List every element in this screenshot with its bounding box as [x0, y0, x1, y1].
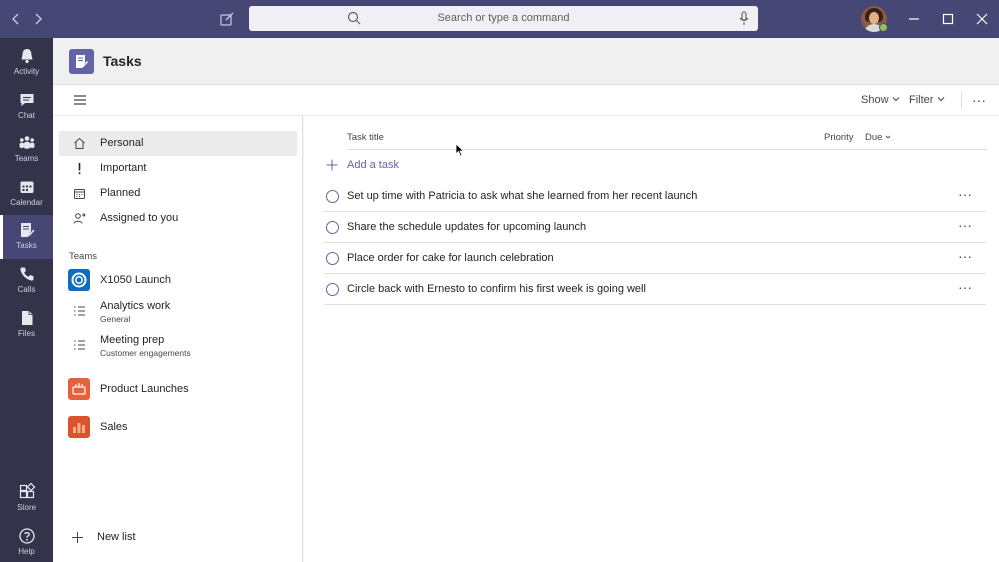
- app-header: Tasks: [53, 38, 999, 85]
- more-options-icon[interactable]: ···: [958, 217, 972, 233]
- filter-dropdown[interactable]: Filter: [909, 94, 945, 106]
- store-icon: [19, 483, 35, 499]
- column-header-priority[interactable]: Priority: [824, 132, 854, 143]
- rail-item-store[interactable]: Store: [0, 477, 53, 521]
- column-header-due[interactable]: Due: [865, 132, 891, 143]
- nav-item-personal[interactable]: Personal: [59, 131, 297, 156]
- complete-checkbox[interactable]: [326, 252, 339, 265]
- teams-icon: [19, 136, 34, 149]
- header-divider: [347, 149, 987, 150]
- phone-icon: [19, 267, 33, 281]
- complete-checkbox[interactable]: [326, 221, 339, 234]
- nav-item-planned[interactable]: Planned: [59, 181, 297, 206]
- calendar-icon: [74, 189, 85, 199]
- task-list-panel: Task title Priority Due Add a task Set u…: [304, 116, 999, 562]
- more-options-icon[interactable]: ···: [958, 186, 972, 202]
- complete-checkbox[interactable]: [326, 283, 339, 296]
- rail-item-tasks[interactable]: Tasks: [0, 215, 53, 259]
- more-options-icon[interactable]: ···: [972, 92, 986, 108]
- task-row[interactable]: Circle back with Ernesto to confirm his …: [324, 274, 986, 305]
- nav-item-sales[interactable]: Sales: [59, 413, 297, 443]
- task-row[interactable]: Place order for cake for launch celebrat…: [324, 243, 986, 274]
- back-button[interactable]: [6, 9, 26, 29]
- file-icon: [21, 311, 32, 325]
- chevron-down-icon: [937, 97, 944, 102]
- page-title: Tasks: [103, 53, 142, 69]
- person-assigned-icon: [73, 213, 86, 224]
- rail-item-chat[interactable]: Chat: [0, 85, 53, 129]
- nav-item-product-launches[interactable]: Product Launches: [59, 375, 297, 405]
- rail-item-activity[interactable]: Activity: [0, 41, 53, 85]
- toolbar: Show Filter ···: [53, 85, 999, 116]
- nav-item-x1050-launch[interactable]: X1050 Launch: [59, 266, 297, 296]
- rail-item-calls[interactable]: Calls: [0, 259, 53, 303]
- hamburger-menu-icon[interactable]: [73, 94, 87, 106]
- list-icon: [74, 306, 85, 316]
- new-list-button[interactable]: New list: [59, 526, 297, 550]
- complete-checkbox[interactable]: [326, 190, 339, 203]
- home-icon: [74, 137, 85, 149]
- rail-item-teams[interactable]: Teams: [0, 128, 53, 172]
- more-options-icon[interactable]: ···: [958, 279, 972, 295]
- add-task-button[interactable]: Add a task: [326, 156, 626, 176]
- left-navigation: Personal Important Planned Assigned to y…: [53, 116, 303, 562]
- nav-item-meeting-prep[interactable]: Meeting prep Customer engagements: [59, 331, 297, 361]
- minimize-icon: [909, 18, 919, 20]
- microphone-icon[interactable]: [738, 11, 750, 26]
- bell-icon: [21, 49, 32, 64]
- calendar-icon: [20, 181, 33, 193]
- plus-icon: [326, 159, 338, 171]
- exclamation-icon: [78, 163, 81, 175]
- close-button[interactable]: [972, 9, 992, 29]
- chevron-down-icon: [892, 97, 899, 102]
- toolbar-divider: [961, 92, 962, 109]
- list-icon: [74, 340, 85, 350]
- tasks-icon: [20, 223, 35, 237]
- chat-icon: [20, 94, 33, 106]
- teams-section-heading: Teams: [69, 251, 97, 262]
- task-title[interactable]: Set up time with Patricia to ask what sh…: [347, 190, 697, 202]
- nav-item-assigned-to-you[interactable]: Assigned to you: [59, 206, 297, 231]
- plus-icon: [72, 532, 83, 543]
- tasks-app-logo-icon: [69, 49, 94, 74]
- sales-icon: [68, 416, 90, 438]
- task-title[interactable]: Share the schedule updates for upcoming …: [347, 221, 586, 233]
- show-dropdown[interactable]: Show: [861, 94, 900, 106]
- chevron-right-icon: [35, 13, 42, 25]
- help-icon: [18, 528, 35, 544]
- chevron-left-icon: [12, 13, 19, 25]
- rail-item-files[interactable]: Files: [0, 303, 53, 347]
- sort-caret-icon: [885, 135, 891, 139]
- maximize-icon: [942, 13, 954, 25]
- search-box[interactable]: Search or type a command: [249, 6, 758, 31]
- compose-icon: [220, 12, 234, 26]
- mouse-cursor-icon: [455, 143, 465, 157]
- rail-item-help[interactable]: Help: [0, 521, 53, 562]
- app-rail: Activity Chat Teams Calendar Tasks Calls…: [0, 38, 53, 562]
- task-title[interactable]: Circle back with Ernesto to confirm his …: [347, 283, 646, 295]
- task-title[interactable]: Place order for cake for launch celebrat…: [347, 252, 554, 264]
- product-launches-icon: [68, 378, 90, 400]
- column-header-task-title[interactable]: Task title: [347, 132, 384, 143]
- x1050-team-icon: [68, 269, 90, 291]
- close-icon: [976, 13, 988, 25]
- rail-item-calendar[interactable]: Calendar: [0, 172, 53, 216]
- search-placeholder: Search or type a command: [437, 12, 570, 24]
- presence-status-icon: [879, 23, 888, 32]
- nav-item-analytics-work[interactable]: Analytics work General: [59, 297, 297, 327]
- forward-button[interactable]: [28, 9, 48, 29]
- title-bar: Search or type a command: [0, 0, 999, 38]
- task-row[interactable]: Set up time with Patricia to ask what sh…: [324, 181, 986, 212]
- task-row[interactable]: Share the schedule updates for upcoming …: [324, 212, 986, 243]
- new-chat-button[interactable]: [217, 9, 237, 29]
- nav-item-important[interactable]: Important: [59, 156, 297, 181]
- maximize-button[interactable]: [938, 9, 958, 29]
- minimize-button[interactable]: [904, 9, 924, 29]
- more-options-icon[interactable]: ···: [958, 248, 972, 264]
